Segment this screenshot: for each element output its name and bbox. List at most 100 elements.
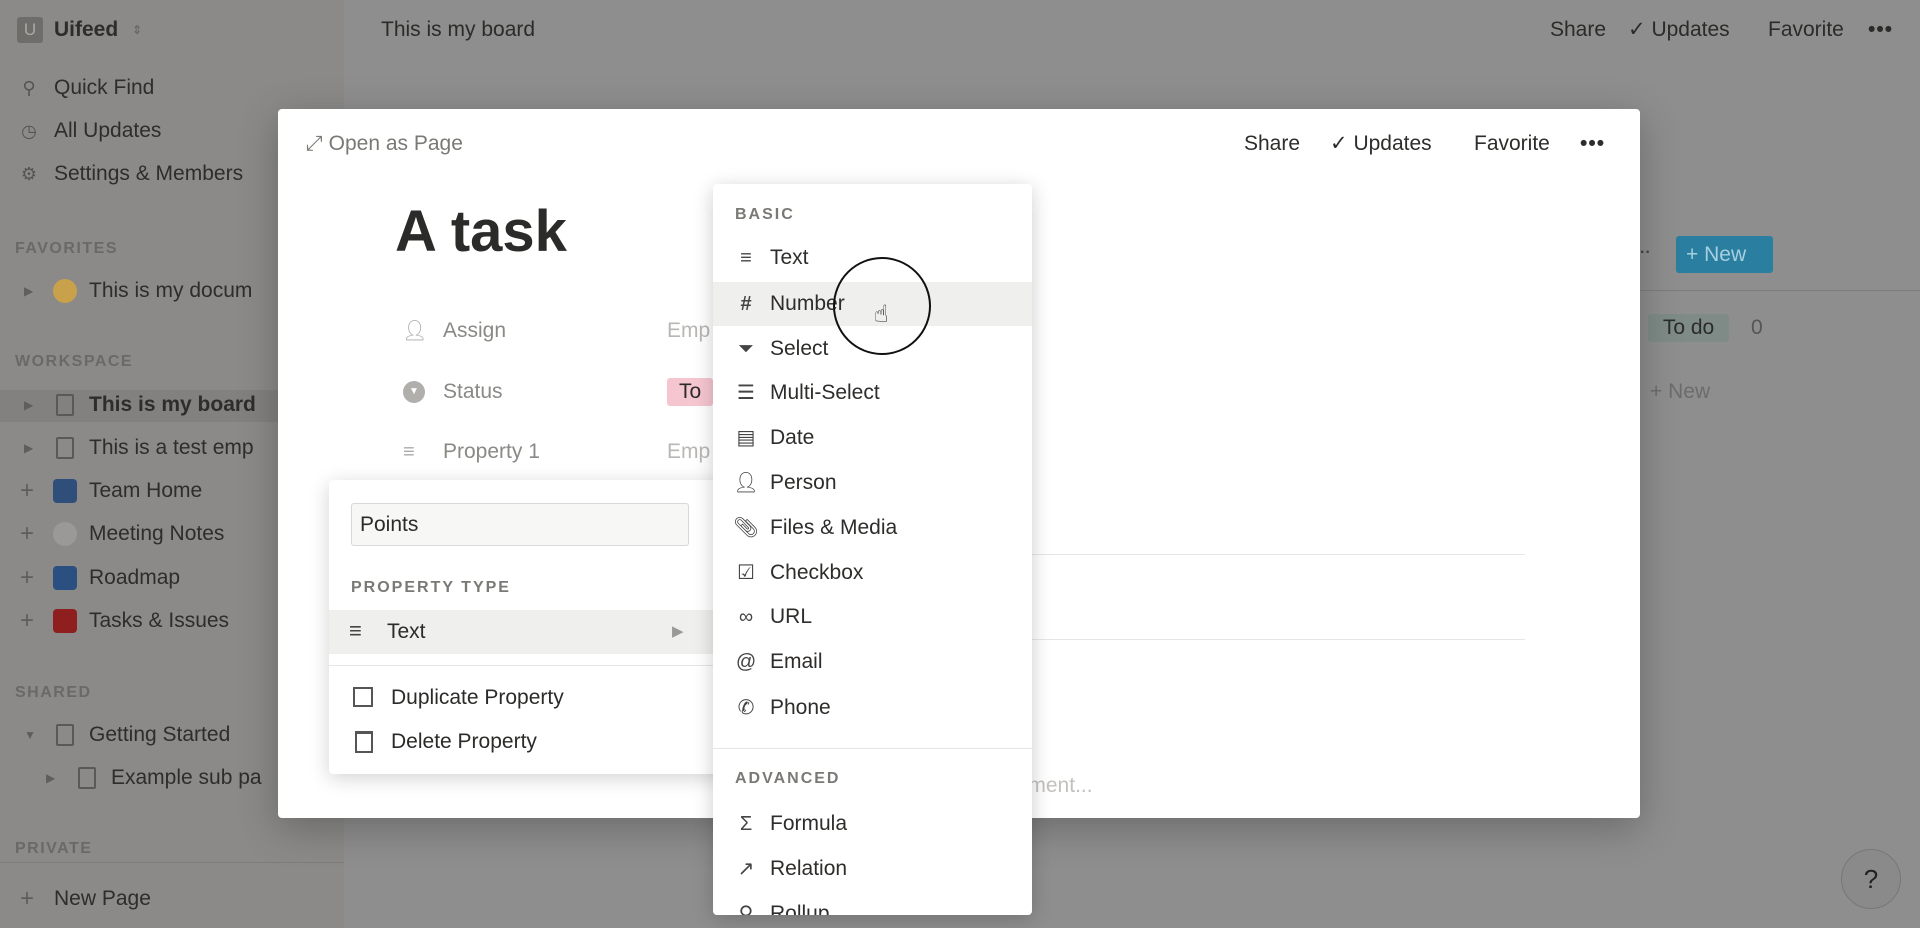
new-page-button[interactable]: + New Page bbox=[0, 884, 344, 914]
sidebar-quick-find[interactable]: ⚲ Quick Find bbox=[0, 73, 344, 103]
page-title-breadcrumb[interactable]: This is my board bbox=[381, 15, 535, 45]
collapse-icon: ▼ bbox=[24, 728, 36, 742]
type-email[interactable]: @ Email bbox=[713, 640, 1032, 684]
modal-more-icon[interactable]: ••• bbox=[1580, 129, 1605, 159]
person-icon: 👤︎ bbox=[733, 472, 759, 494]
value[interactable]: Emp bbox=[667, 316, 710, 346]
label: Files & Media bbox=[770, 516, 898, 539]
type-checkbox[interactable]: ☑ Checkbox bbox=[713, 551, 1032, 595]
label: Date bbox=[770, 426, 815, 449]
plus-icon: + bbox=[20, 477, 35, 504]
type-phone[interactable]: ✆ Phone bbox=[713, 686, 1032, 730]
label: Email bbox=[770, 650, 823, 673]
phone-icon: ✆ bbox=[737, 697, 755, 719]
type-files[interactable]: 📎︎ Files & Media bbox=[713, 506, 1032, 550]
label: Assign bbox=[443, 319, 507, 342]
plus-icon: + bbox=[1686, 243, 1705, 266]
open-as-page-button[interactable]: ⤢ Open as Page bbox=[306, 129, 463, 159]
group-count: 0 bbox=[1751, 316, 1763, 339]
page-icon bbox=[78, 767, 96, 789]
help-button[interactable]: ? bbox=[1841, 849, 1901, 909]
label: Text bbox=[770, 246, 809, 269]
plus-icon: + bbox=[20, 520, 35, 547]
type-date[interactable]: ▤ Date bbox=[713, 416, 1032, 460]
text-icon: ≡ bbox=[349, 618, 362, 643]
label: Person bbox=[770, 471, 837, 494]
text-icon: ≡ bbox=[403, 441, 415, 463]
new-button[interactable]: + New bbox=[1676, 236, 1773, 273]
duplicate-property-button[interactable]: Duplicate Property bbox=[329, 683, 729, 713]
delete-property-button[interactable]: Delete Property bbox=[329, 727, 729, 757]
label: Meeting Notes bbox=[89, 522, 225, 545]
workspace-name: Uifeed bbox=[54, 18, 119, 41]
value[interactable]: Emp bbox=[667, 437, 710, 467]
property-edit-popup: PROPERTY TYPE ≡ Text ▶ Duplicate Propert… bbox=[329, 480, 729, 774]
clock-icon: ◷ bbox=[21, 121, 37, 141]
arrow-icon: ↗ bbox=[737, 858, 755, 880]
label: Rollup bbox=[770, 902, 830, 915]
select-icon: ⏷ bbox=[738, 338, 754, 360]
label: URL bbox=[770, 605, 813, 628]
check-icon: ✓ bbox=[1628, 18, 1652, 41]
label: New bbox=[1704, 243, 1747, 266]
share-button[interactable]: Share bbox=[1550, 15, 1606, 45]
expand-arrows-icon: ⤢ bbox=[306, 132, 329, 155]
plus-icon: + bbox=[20, 885, 35, 912]
label: Updates bbox=[1651, 18, 1730, 41]
expand-icon: ▶ bbox=[24, 441, 34, 455]
label: Formula bbox=[770, 812, 848, 835]
expand-icon: ▶ bbox=[24, 398, 34, 412]
search-icon: ⚲ bbox=[738, 903, 754, 915]
modal-share-button[interactable]: Share bbox=[1244, 129, 1300, 159]
modal-updates-button[interactable]: ✓ Updates bbox=[1330, 129, 1432, 159]
text-icon: ≡ bbox=[740, 247, 752, 269]
type-relation[interactable]: ↗ Relation bbox=[713, 847, 1032, 891]
label: Property 1 bbox=[443, 440, 540, 463]
divider bbox=[1640, 290, 1920, 291]
label: Select bbox=[770, 337, 829, 360]
task-title[interactable]: A task bbox=[395, 197, 567, 267]
calendar-icon: ▤ bbox=[736, 427, 756, 449]
type-person[interactable]: 👤︎ Person bbox=[713, 461, 1032, 505]
label: This is a test emp bbox=[89, 436, 254, 459]
modal-favorite-button[interactable]: Favorite bbox=[1474, 129, 1550, 159]
expand-icon: ▶ bbox=[46, 771, 56, 785]
more-icon[interactable]: ••• bbox=[1868, 15, 1893, 45]
plus-icon: + bbox=[20, 564, 35, 591]
type-url[interactable]: ∞ URL bbox=[713, 595, 1032, 639]
property-name-input[interactable] bbox=[351, 503, 689, 546]
plus-icon: + bbox=[1650, 380, 1669, 403]
speech-emoji-icon bbox=[53, 522, 77, 546]
workspace-switcher[interactable]: U Uifeed ⇕ bbox=[17, 17, 177, 43]
type-rollup[interactable]: ⚲ Rollup bbox=[713, 892, 1032, 915]
divider bbox=[329, 665, 729, 666]
label: This is my docum bbox=[89, 279, 253, 302]
label: Checkbox bbox=[770, 561, 864, 584]
mailbox-emoji-icon bbox=[53, 609, 77, 633]
advanced-heading: ADVANCED bbox=[735, 770, 841, 787]
group-tag: To do bbox=[1648, 314, 1729, 342]
label: Delete Property bbox=[391, 730, 537, 753]
updates-button[interactable]: ✓ Updates bbox=[1628, 15, 1730, 45]
board-more-icon[interactable]: ·· bbox=[1640, 238, 1651, 268]
workspace-avatar: U bbox=[17, 17, 43, 43]
checkbox-icon: ☑ bbox=[737, 562, 755, 584]
trash-icon bbox=[355, 731, 373, 753]
status-tag[interactable]: To bbox=[667, 378, 714, 406]
label: Quick Find bbox=[54, 76, 155, 99]
add-card-button[interactable]: + New bbox=[1650, 377, 1710, 407]
favorite-button[interactable]: Favorite bbox=[1768, 15, 1844, 45]
property-type-select[interactable]: ≡ Text ▶ bbox=[329, 610, 729, 654]
basic-heading: BASIC bbox=[735, 206, 795, 223]
shared-heading: SHARED bbox=[15, 684, 92, 701]
label: Phone bbox=[770, 696, 831, 719]
page-icon bbox=[56, 437, 74, 459]
type-multi-select[interactable]: ☰ Multi-Select bbox=[713, 371, 1032, 415]
book-emoji-icon bbox=[53, 479, 77, 503]
label: Team Home bbox=[89, 479, 203, 502]
label: Relation bbox=[770, 857, 848, 880]
type-formula[interactable]: Σ Formula bbox=[713, 802, 1032, 846]
select-icon: ▼ bbox=[403, 381, 425, 403]
divider bbox=[0, 862, 344, 863]
label: Updates bbox=[1353, 132, 1432, 155]
